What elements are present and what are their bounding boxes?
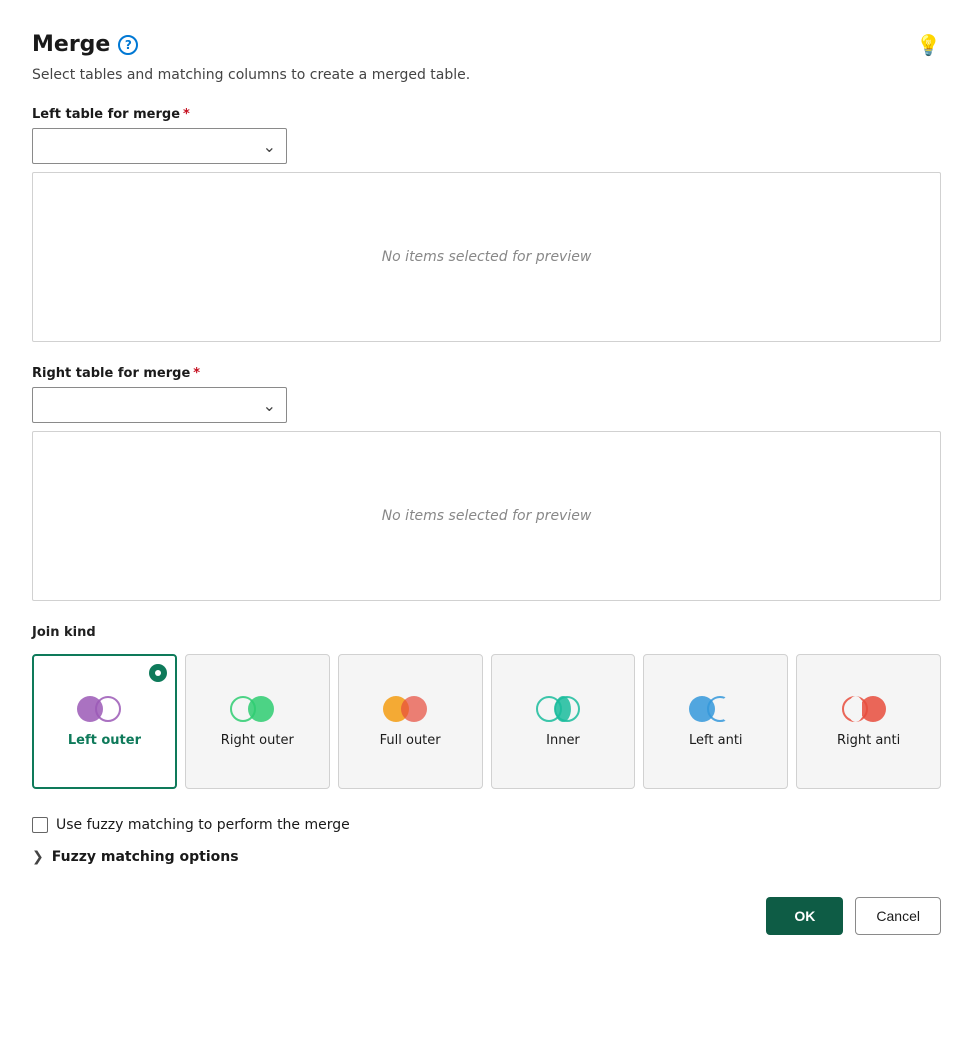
full-outer-icon — [383, 693, 437, 725]
left-table-required: * — [183, 107, 190, 122]
fuzzy-matching-label: Use fuzzy matching to perform the merge — [56, 817, 350, 833]
right-table-required: * — [193, 366, 200, 381]
full-outer-label: Full outer — [380, 733, 441, 750]
fuzzy-options-row[interactable]: ❯ Fuzzy matching options — [32, 849, 941, 865]
right-table-chevron-icon: ⌄ — [263, 396, 276, 415]
right-anti-label: Right anti — [837, 733, 900, 750]
left-table-dropdown[interactable]: ⌄ — [32, 128, 287, 164]
left-table-chevron-icon: ⌄ — [263, 137, 276, 156]
inner-label: Inner — [546, 733, 580, 750]
right-table-label: Right table for merge* — [32, 366, 941, 381]
left-anti-label: Left anti — [689, 733, 743, 750]
join-kind-label: Join kind — [32, 625, 941, 640]
left-outer-icon — [77, 693, 131, 725]
right-anti-icon — [842, 693, 896, 725]
fuzzy-options-label: Fuzzy matching options — [52, 849, 239, 865]
join-option-left-anti[interactable]: Left anti — [643, 654, 788, 789]
join-options: Left outer Right outer Full outer — [32, 654, 941, 789]
left-outer-label: Left outer — [68, 733, 141, 750]
join-option-right-outer[interactable]: Right outer — [185, 654, 330, 789]
join-option-inner[interactable]: Inner — [491, 654, 636, 789]
help-icon[interactable]: ? — [118, 35, 138, 55]
lightbulb-icon[interactable]: 💡 — [916, 33, 941, 57]
fuzzy-matching-checkbox[interactable] — [32, 817, 48, 833]
left-anti-icon — [689, 693, 743, 725]
inner-icon — [536, 693, 590, 725]
subtitle: Select tables and matching columns to cr… — [32, 67, 941, 83]
right-table-preview: No items selected for preview — [32, 431, 941, 601]
left-table-label: Left table for merge* — [32, 107, 941, 122]
cancel-button[interactable]: Cancel — [855, 897, 941, 935]
ok-button[interactable]: OK — [766, 897, 843, 935]
right-outer-icon — [230, 693, 284, 725]
fuzzy-options-chevron-icon: ❯ — [32, 849, 44, 865]
join-option-right-anti[interactable]: Right anti — [796, 654, 941, 789]
selected-indicator — [149, 664, 167, 682]
join-option-left-outer[interactable]: Left outer — [32, 654, 177, 789]
right-outer-label: Right outer — [221, 733, 294, 750]
fuzzy-matching-row: Use fuzzy matching to perform the merge — [32, 817, 941, 833]
footer-buttons: OK Cancel — [32, 897, 941, 935]
right-table-dropdown[interactable]: ⌄ — [32, 387, 287, 423]
page-title: Merge — [32, 32, 110, 57]
join-option-full-outer[interactable]: Full outer — [338, 654, 483, 789]
left-table-preview: No items selected for preview — [32, 172, 941, 342]
